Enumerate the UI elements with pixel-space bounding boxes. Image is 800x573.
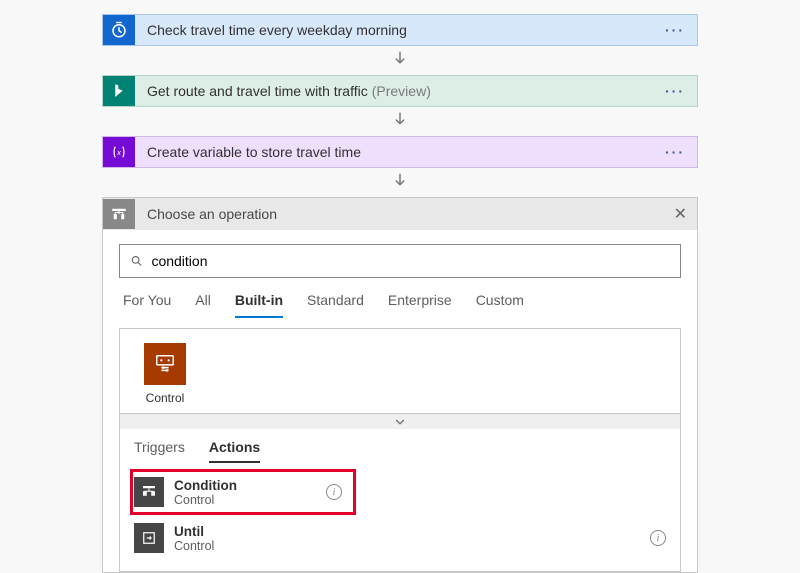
bing-icon [103,76,135,106]
connector-label: Control [134,391,196,405]
preview-label: (Preview) [372,83,431,99]
step-title: Get route and travel time with traffic [135,83,368,99]
tab-actions[interactable]: Actions [209,439,260,463]
flow-arrow-icon [0,107,800,136]
tab-triggers[interactable]: Triggers [134,439,185,463]
flow-arrow-icon [0,46,800,75]
search-icon [130,254,143,268]
tab-built-in[interactable]: Built-in [235,292,283,318]
operation-name: Condition [174,478,237,493]
until-icon [134,523,164,553]
step-title: Check travel time every weekday morning [135,22,407,38]
category-tabs: For You All Built-in Standard Enterprise… [119,278,681,318]
step-menu-button[interactable]: ··· [653,22,697,38]
clock-icon [103,15,135,45]
step-bing-maps[interactable]: Get route and travel time with traffic (… [102,75,698,107]
tab-all[interactable]: All [195,292,211,318]
svg-text:x: x [116,148,121,157]
tab-enterprise[interactable]: Enterprise [388,292,452,318]
operation-picker: Choose an operation ✕ For You All Built-… [102,197,698,573]
flow-arrow-icon [0,168,800,197]
picker-title: Choose an operation [135,206,277,222]
condition-icon [134,477,164,507]
picker-header: Choose an operation ✕ [103,198,697,230]
step-menu-button[interactable]: ··· [653,83,697,99]
operation-connector: Control [174,539,214,553]
tab-custom[interactable]: Custom [476,292,524,318]
step-recurrence[interactable]: Check travel time every weekday morning … [102,14,698,46]
operation-icon [103,199,135,229]
search-input[interactable] [151,253,670,269]
step-initialize-variable[interactable]: x Create variable to store travel time ·… [102,136,698,168]
variable-icon: x [103,137,135,167]
info-icon[interactable]: i [326,484,342,500]
operation-type-tabs: Triggers Actions [120,429,680,463]
step-menu-button[interactable]: ··· [653,144,697,160]
connector-region: Control Triggers Actions [119,328,681,572]
search-input-wrapper[interactable] [119,244,681,278]
close-button[interactable]: ✕ [664,204,697,224]
control-icon [144,343,186,385]
step-title: Create variable to store travel time [135,144,361,160]
connector-control[interactable]: Control [134,343,196,405]
operation-connector: Control [174,493,237,507]
tab-standard[interactable]: Standard [307,292,364,318]
operation-until[interactable]: Until Control i [120,515,680,561]
tab-for-you[interactable]: For You [123,292,171,318]
operation-condition[interactable]: Condition Control i [130,469,356,515]
expand-connectors-button[interactable] [120,413,680,429]
operation-list: Condition Control i Until Control [120,463,680,571]
operation-name: Until [174,524,214,539]
info-icon[interactable]: i [650,530,666,546]
